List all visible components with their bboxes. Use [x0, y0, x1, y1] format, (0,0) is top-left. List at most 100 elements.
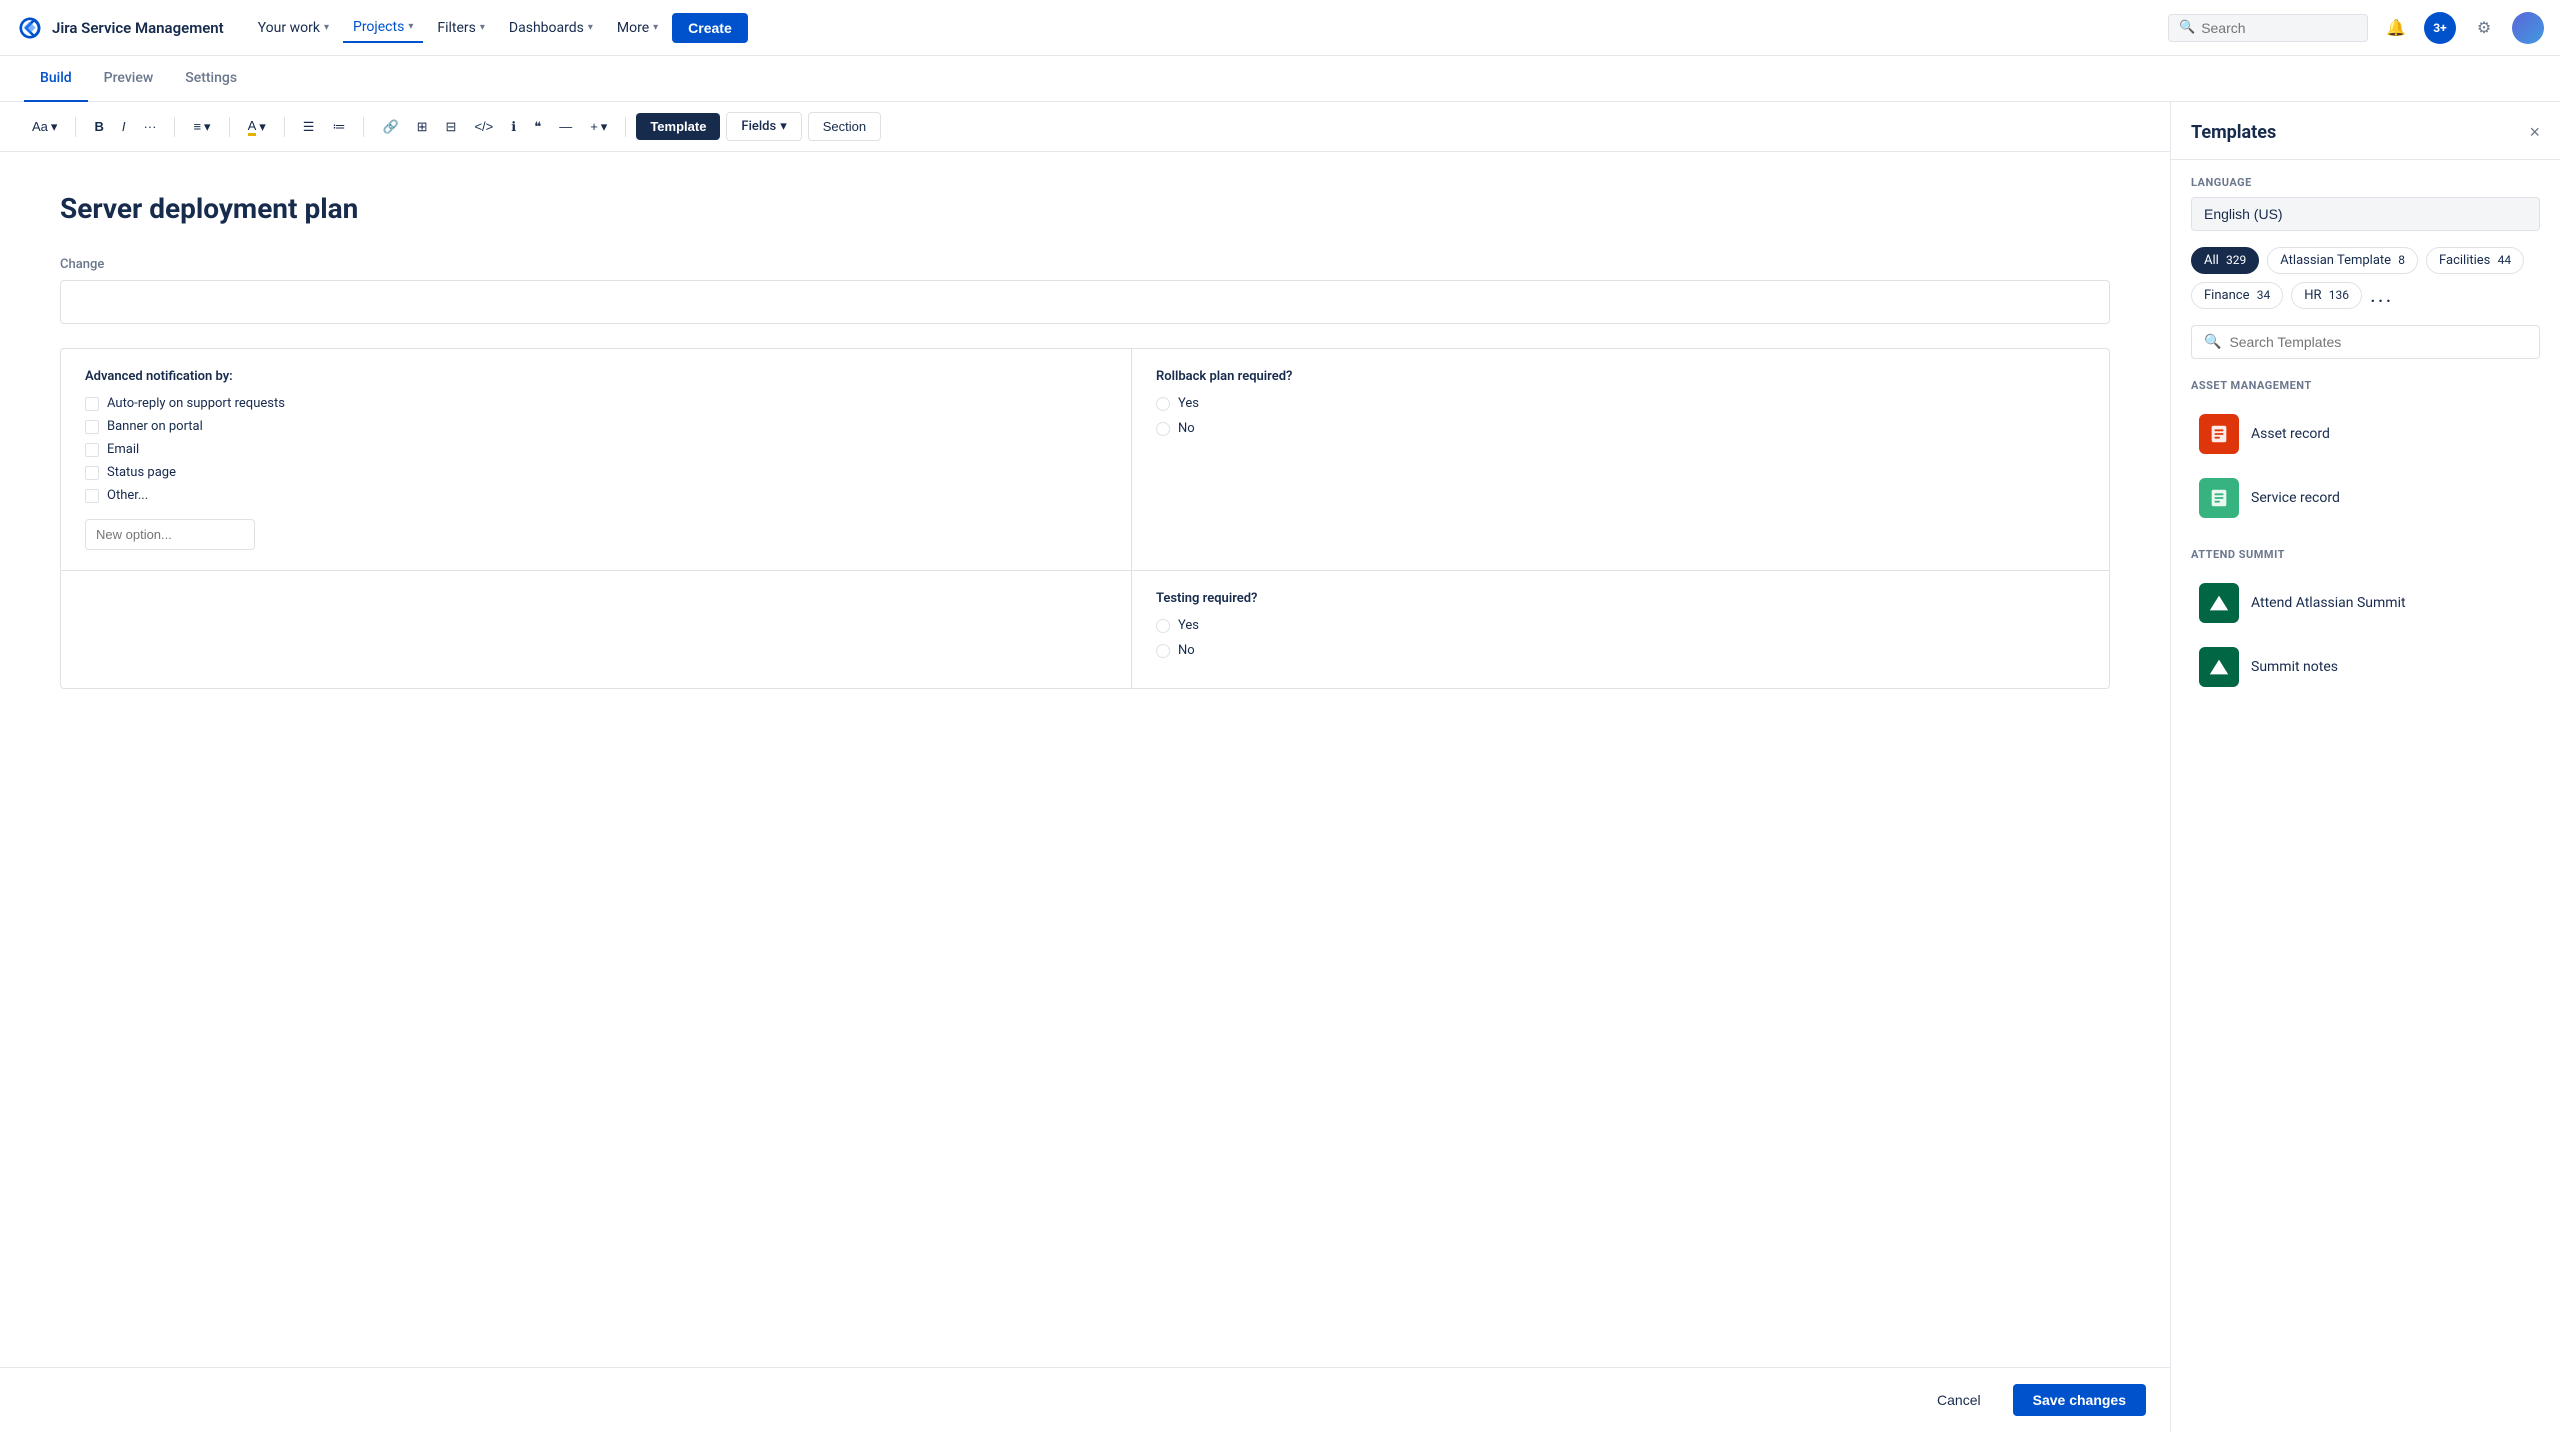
template-name: Attend Atlassian Summit: [2251, 595, 2406, 611]
panel-title: Templates: [2191, 122, 2276, 143]
search-input[interactable]: [2201, 20, 2357, 36]
notifications-button[interactable]: 🔔: [2380, 12, 2412, 44]
form-table: Advanced notification by: Auto-reply on …: [60, 348, 2110, 689]
change-input[interactable]: [60, 280, 2110, 324]
code-button[interactable]: </>: [466, 114, 501, 139]
radio-icon[interactable]: [1156, 619, 1170, 633]
language-select[interactable]: English (US): [2191, 197, 2540, 231]
chevron-down-icon: ▾: [601, 119, 608, 135]
checkbox-icon[interactable]: [85, 420, 99, 434]
nav-dashboards[interactable]: Dashboards ▾: [499, 14, 603, 42]
checkbox-icon[interactable]: [85, 397, 99, 411]
columns-button[interactable]: ⊟: [438, 114, 465, 140]
bold-button[interactable]: B: [86, 114, 111, 139]
document-title[interactable]: Server deployment plan: [60, 192, 2110, 225]
app-logo[interactable]: Jira Service Management: [16, 14, 224, 42]
toolbar-separator: [75, 117, 76, 137]
table-button[interactable]: ⊞: [409, 114, 436, 140]
settings-button[interactable]: ⚙: [2468, 12, 2500, 44]
more-format-button[interactable]: ···: [135, 114, 164, 139]
tab-build[interactable]: Build: [24, 56, 88, 102]
filter-facilities[interactable]: Facilities 44: [2426, 247, 2524, 274]
radio-icon[interactable]: [1156, 644, 1170, 658]
template-icon: [2199, 583, 2239, 623]
tab-settings[interactable]: Settings: [169, 56, 253, 102]
checkbox-label: Banner on portal: [107, 419, 203, 434]
section-button[interactable]: Section: [808, 112, 881, 141]
checkbox-auto-reply[interactable]: Auto-reply on support requests: [85, 396, 1107, 411]
filter-finance[interactable]: Finance 34: [2191, 282, 2283, 309]
close-panel-button[interactable]: ×: [2529, 122, 2540, 143]
nav-more[interactable]: More ▾: [607, 14, 668, 42]
template-button[interactable]: Template: [636, 113, 720, 140]
checkbox-icon[interactable]: [85, 443, 99, 457]
checkbox-banner[interactable]: Banner on portal: [85, 419, 1107, 434]
template-icon: [2199, 647, 2239, 687]
main-layout: Aa ▾ B I ··· ≡ ▾: [0, 102, 2560, 1432]
template-asset-record[interactable]: Asset record: [2191, 404, 2540, 464]
filter-hr[interactable]: HR 136: [2291, 282, 2362, 309]
checkbox-icon[interactable]: [85, 466, 99, 480]
save-changes-button[interactable]: Save changes: [2013, 1384, 2146, 1416]
language-label: LANGUAGE: [2191, 176, 2540, 189]
nav-filters[interactable]: Filters ▾: [427, 14, 495, 42]
new-option-input[interactable]: [85, 519, 255, 550]
template-summit-notes[interactable]: Summit notes: [2191, 637, 2540, 697]
insert-more-button[interactable]: + ▾: [582, 114, 615, 140]
rollback-yes[interactable]: Yes: [1156, 396, 2085, 411]
notification-cell: Advanced notification by: Auto-reply on …: [61, 349, 1132, 571]
info-button[interactable]: ℹ: [503, 114, 524, 140]
premium-button[interactable]: 3+: [2424, 12, 2456, 44]
numbered-list-button[interactable]: ≔: [324, 114, 353, 140]
checkbox-icon[interactable]: [85, 489, 99, 503]
quote-button[interactable]: ❝: [526, 114, 549, 140]
global-search[interactable]: 🔍: [2168, 14, 2368, 42]
checkbox-other[interactable]: Other...: [85, 488, 1107, 503]
testing-no[interactable]: No: [1156, 643, 2085, 658]
italic-button[interactable]: I: [114, 114, 134, 139]
search-templates[interactable]: 🔍: [2191, 325, 2540, 359]
editor-tabs: Build Preview Settings: [0, 56, 2560, 102]
align-button[interactable]: ≡ ▾: [185, 114, 218, 140]
rollback-no[interactable]: No: [1156, 421, 2085, 436]
checkbox-status[interactable]: Status page: [85, 465, 1107, 480]
filter-all[interactable]: All 329: [2191, 247, 2259, 274]
divider-button[interactable]: —: [551, 114, 580, 139]
checkbox-label: Email: [107, 442, 139, 457]
testing-yes[interactable]: Yes: [1156, 618, 2085, 633]
search-icon: 🔍: [2204, 334, 2221, 350]
cancel-button[interactable]: Cancel: [1917, 1384, 2001, 1416]
radio-icon[interactable]: [1156, 397, 1170, 411]
chevron-down-icon: ▾: [259, 119, 266, 135]
nav-your-work[interactable]: Your work ▾: [248, 14, 339, 42]
checkbox-label: Auto-reply on support requests: [107, 396, 285, 411]
filter-atlassian[interactable]: Atlassian Template 8: [2267, 247, 2418, 274]
chevron-down-icon: ▾: [653, 22, 658, 33]
templates-panel: Templates × LANGUAGE English (US) All 32…: [2170, 102, 2560, 1432]
testing-title: Testing required?: [1156, 591, 2085, 606]
toolbar-separator: [174, 117, 175, 137]
fields-button[interactable]: Fields ▾: [726, 112, 801, 141]
text-color-button[interactable]: A ▾: [240, 113, 274, 141]
avatar[interactable]: [2512, 12, 2544, 44]
checkbox-email[interactable]: Email: [85, 442, 1107, 457]
radio-icon[interactable]: [1156, 422, 1170, 436]
chevron-down-icon: ▾: [780, 119, 787, 134]
bullet-list-button[interactable]: ☰: [295, 114, 323, 140]
tab-preview[interactable]: Preview: [88, 56, 170, 102]
form-table-row-2: Testing required? Yes No: [61, 571, 2109, 688]
template-icon: [2199, 414, 2239, 454]
change-label: Change: [60, 257, 2110, 272]
font-size-button[interactable]: Aa ▾: [24, 114, 65, 140]
link-button[interactable]: 🔗: [374, 114, 406, 140]
template-name: Asset record: [2251, 426, 2330, 442]
toolbar-format-group: B I ···: [86, 114, 164, 139]
asset-management-section: ASSET MANAGEMENT Asset record: [2191, 379, 2540, 528]
template-service-record[interactable]: Service record: [2191, 468, 2540, 528]
nav-projects[interactable]: Projects ▾: [343, 13, 423, 43]
filter-more-button[interactable]: ...: [2370, 283, 2393, 308]
template-attend-summit[interactable]: Attend Atlassian Summit: [2191, 573, 2540, 633]
create-button[interactable]: Create: [672, 13, 748, 43]
toolbar-align-group: ≡ ▾: [185, 114, 218, 140]
search-templates-input[interactable]: [2229, 334, 2527, 350]
